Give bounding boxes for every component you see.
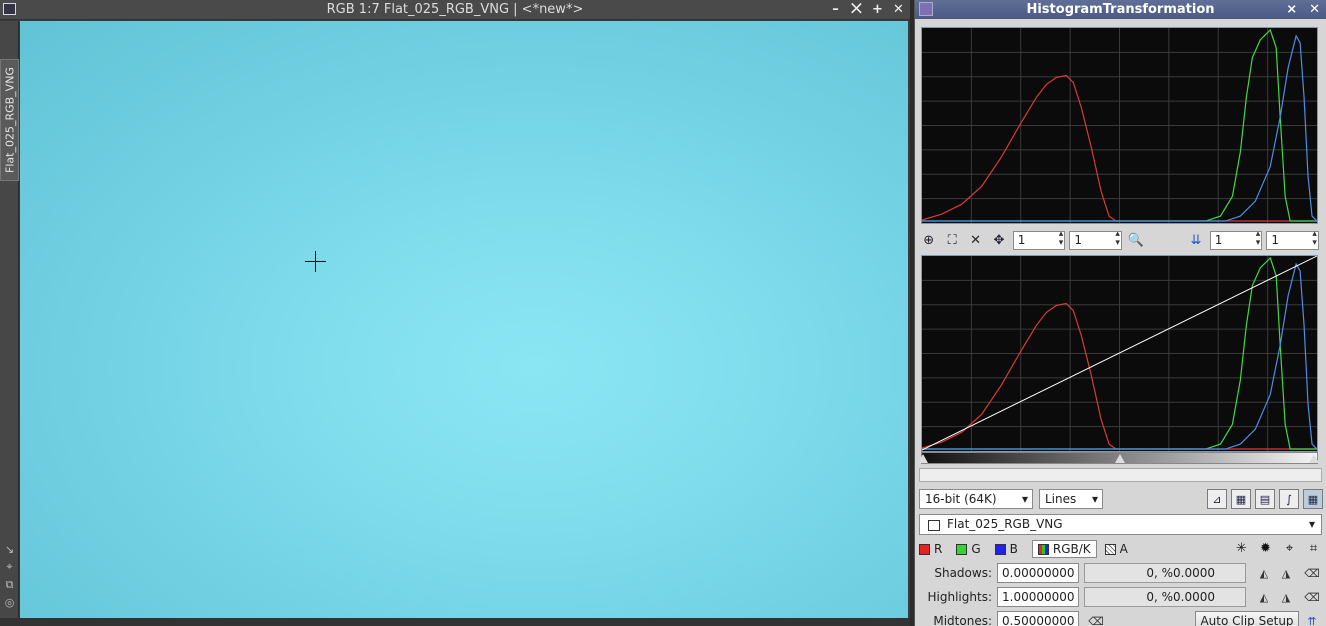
copy-icon[interactable]: ⧉ [6,578,14,592]
midtones-handle[interactable] [1115,454,1125,463]
close-icon[interactable]: ✕ [891,0,906,20]
fit-view-icon[interactable]: ⛶ [942,230,961,250]
curve-icon[interactable]: ∫ [1279,489,1299,509]
histogram-transformation-panel: HistogramTransformation ⨯ ✕ ⊕ ⛶ ✕ ✥ 1 ▴ … [914,0,1326,626]
midtones-row: Midtones: 0.50000000 ⌫ Auto Clip Setup ⇈ [919,611,1323,626]
highlights-input[interactable]: 1.00000000 [997,587,1079,607]
histogram-titlebar[interactable]: HistogramTransformation ⨯ ✕ [915,0,1326,19]
arrow-icon[interactable]: ↘ [5,543,14,556]
green-swatch [956,543,968,555]
horizontal-zoom-spinner[interactable]: 1 [1012,230,1066,250]
shadows-midtones-highlights-slider[interactable] [918,452,1319,464]
close-icon[interactable]: ✕ [1309,0,1320,19]
minimize-icon[interactable]: – [828,0,843,20]
magnifier-icon[interactable]: 🔍 [1126,230,1145,250]
channel-histogram-icon[interactable]: ▤ [1255,489,1275,509]
highlights-handle[interactable] [1309,454,1319,463]
channel-rgbk[interactable]: RGB/K [1031,540,1097,558]
blue-swatch [994,543,1006,555]
rgb-histogram-icon[interactable]: ▦ [1231,489,1251,509]
output-histogram-svg [922,256,1317,451]
log-scale-icon[interactable]: ⊿ [1207,489,1227,509]
target-icon[interactable]: ◎ [5,596,15,609]
image-window-title: RGB 1:7 Flat_025_RGB_VNG | <*new*> [326,2,584,17]
midtones-label: Midtones: [933,614,992,626]
view-select[interactable]: Flat_025_RGB_VNG [919,514,1322,535]
grid-icon[interactable]: ▦ [1303,489,1323,509]
vertical-zoom-spinner[interactable]: 1 [1069,230,1122,250]
channel-b[interactable]: B [994,542,1018,556]
shadows-row: Shadows: 0.00000000 0, %0.0000 ◭ ◮ ⌫ [919,563,1323,585]
shadows-clip-readout: 0, %0.0000 [1084,563,1246,583]
histogram-highlights-icon[interactable]: ◮ [1277,588,1295,606]
midtones-input[interactable]: 0.50000000 [997,611,1079,626]
fit-icon[interactable]: ⌖ [6,560,12,574]
gear-icon[interactable]: ✹ [1256,539,1275,558]
image-window: RGB 1:7 Flat_025_RGB_VNG | <*new*> – ⨉ +… [0,0,910,626]
histogram-title: HistogramTransformation [1026,2,1215,17]
input-histogram-svg [922,28,1317,223]
output-range-bar[interactable] [919,468,1322,482]
maximize-icon[interactable]: + [870,0,885,20]
shadows-input[interactable]: 0.00000000 [997,563,1079,583]
crosshair-cursor-icon [305,251,326,272]
shadows-handle[interactable] [918,454,928,463]
output-vertical-zoom-spinner[interactable]: 1 [1266,230,1319,250]
process-icon [919,2,933,16]
channel-r[interactable]: R [919,542,942,556]
target-icon[interactable]: ⌗ [1304,539,1323,558]
view-identifier-label: Flat_025_RGB_VNG [3,67,16,173]
pan-icon[interactable]: ✥ [989,230,1008,250]
reset-highlights-icon[interactable]: ⌫ [1303,588,1321,606]
double-chevron-down-icon[interactable]: ⇊ [1186,230,1205,250]
alpha-swatch [1104,543,1116,555]
auto-clip-setup-button[interactable]: Auto Clip Setup [1195,611,1299,626]
double-chevron-up-icon[interactable]: ⇈ [1303,612,1321,626]
output-horizontal-zoom-spinner[interactable]: 1 [1209,230,1263,250]
auto-clip-shadows-icon[interactable]: ◭ [1255,564,1273,582]
shadows-label: Shadows: [934,566,992,580]
zoom-in-icon[interactable]: ⊕ [919,230,938,250]
input-histogram-plot[interactable] [921,27,1318,224]
reset-midtones-icon[interactable]: ⌫ [1087,612,1105,626]
histogram-shadows-icon[interactable]: ◮ [1277,564,1295,582]
rgbk-swatch [1037,543,1049,555]
shade-icon[interactable]: ⨉ [849,0,864,20]
channel-selector: R G B RGB/K A ✳ ✹ ⌖ ⌗ [919,539,1323,559]
auto-clip-highlights-icon[interactable]: ◭ [1255,588,1273,606]
resolution-select[interactable]: 16-bit (64K) [919,489,1033,509]
graph-style-select[interactable]: Lines [1039,489,1103,509]
histogram-toolbar: ⊕ ⛶ ✕ ✥ 1 1 🔍 ⇊ 1 1 [919,229,1323,251]
shrink-view-icon[interactable]: ✕ [966,230,985,250]
sparkle-icon[interactable]: ✳ [1232,539,1251,558]
channel-a[interactable]: A [1104,542,1128,556]
highlights-clip-readout: 0, %0.0000 [1084,587,1246,607]
image-window-titlebar[interactable]: RGB 1:7 Flat_025_RGB_VNG | <*new*> – ⨉ +… [0,0,910,20]
crosshair-icon[interactable]: ⌖ [1280,539,1299,558]
reset-shadows-icon[interactable]: ⌫ [1303,564,1321,582]
image-sidebar: Flat_025_RGB_VNG ↘ ⌖ ⧉ ◎ [0,21,19,621]
highlights-label: Highlights: [927,590,992,604]
histogram-options-row: 16-bit (64K) Lines ⊿ ▦ ▤ ∫ ▦ [919,489,1323,511]
highlights-row: Highlights: 1.00000000 0, %0.0000 ◭ ◮ ⌫ [919,587,1323,609]
channel-g[interactable]: G [956,542,981,556]
view-identifier-tab[interactable]: Flat_025_RGB_VNG [0,59,19,181]
red-swatch [919,543,930,555]
image-bottom-bar [0,618,910,626]
image-canvas[interactable] [20,21,908,618]
output-histogram-plot[interactable] [921,255,1318,452]
shade-icon[interactable]: ⨯ [1286,0,1297,19]
